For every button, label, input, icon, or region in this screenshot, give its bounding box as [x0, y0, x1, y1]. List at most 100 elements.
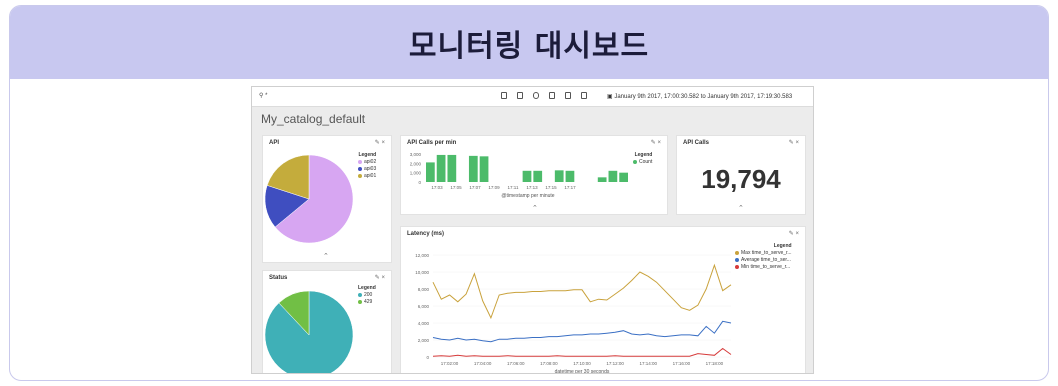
bar	[426, 162, 435, 182]
x-tick-label: 17:03	[431, 185, 443, 190]
panel-title: Latency (ms)	[407, 231, 445, 237]
close-icon[interactable]: ×	[657, 140, 661, 146]
x-tick-label: 17:06:00	[507, 361, 525, 366]
panel-controls: ✎ ×	[651, 139, 661, 146]
dashboard-title: My_catalog_default	[261, 112, 366, 126]
bar	[522, 170, 532, 182]
print-icon[interactable]	[581, 92, 587, 99]
y-tick-label: 3,000	[410, 152, 422, 157]
y-tick-label: 0	[418, 180, 421, 185]
bar	[565, 170, 575, 182]
x-tick-label: 17:02:00	[441, 361, 459, 366]
edit-icon[interactable]: ✎	[375, 140, 380, 146]
y-tick-label: 2,000	[410, 161, 422, 166]
api-pie-chart	[264, 154, 354, 244]
x-tick-label: 17:11	[508, 185, 519, 190]
latency-line-chart: 12,000 10,000 8,000 6,000 4,000 2,000 0 17:02:0…	[415, 253, 732, 374]
legend-item[interactable]: 200	[358, 292, 376, 299]
series-line	[432, 320, 732, 343]
edit-icon[interactable]: ✎	[651, 140, 656, 146]
panel-controls: ✎ ×	[375, 274, 385, 281]
legend-item[interactable]: api01	[358, 173, 376, 180]
x-tick-label: 17:14:00	[639, 361, 657, 366]
search-input[interactable]: ⚲ *	[259, 92, 267, 99]
x-tick-label: 17:12:00	[606, 361, 624, 366]
legend: Legend api02 api03 api01	[358, 152, 377, 180]
x-tick-label: 17:16:00	[673, 361, 691, 366]
collapse-caret-icon[interactable]: ⌃	[738, 204, 744, 212]
status-pie-chart	[264, 290, 354, 373]
x-axis-label: datetime per 30 seconds	[555, 369, 610, 374]
edit-icon[interactable]: ✎	[789, 231, 794, 237]
panel-controls: ✎ ×	[375, 139, 385, 146]
time-range-picker[interactable]: ▣ January 9th 2017, 17:00:30.582 to Janu…	[607, 93, 792, 100]
panel-api-calls-metric: API Calls ✎ × 19,794 ⌃	[676, 135, 806, 215]
panel-latency: Latency (ms) ✎ × 12,000 10,000 8,000 6,000 4…	[400, 226, 806, 374]
series-line	[432, 263, 732, 320]
x-axis-label: @timestamp per minute	[501, 193, 554, 199]
panel-title: API	[269, 140, 280, 146]
share-icon[interactable]	[549, 92, 555, 99]
new-icon[interactable]	[501, 92, 507, 99]
collapse-caret-icon[interactable]: ⌃	[532, 204, 538, 212]
bar	[608, 170, 618, 182]
x-tick-label: 17:13	[526, 185, 538, 190]
save-icon[interactable]	[517, 92, 523, 99]
panel-title: Status	[269, 275, 288, 281]
open-icon[interactable]	[533, 92, 539, 99]
close-icon[interactable]: ×	[381, 275, 385, 281]
legend-item[interactable]: 429	[358, 299, 376, 306]
x-tick-label: 17:17	[564, 185, 576, 190]
api-calls-bar-chart: 3,000 2,000 1,000 0 17:03 17:05 17:07 17:09 17:1…	[410, 152, 628, 199]
close-icon[interactable]: ×	[795, 140, 799, 146]
y-tick-label: 4,000	[418, 321, 430, 326]
legend: Legend Count	[633, 152, 653, 166]
y-tick-label: 8,000	[418, 287, 430, 292]
legend-item[interactable]: api02	[358, 159, 376, 166]
close-icon[interactable]: ×	[795, 231, 799, 237]
panel-status: Status ✎ × Legend 200 429	[262, 270, 392, 373]
edit-icon[interactable]: ✎	[789, 140, 794, 146]
panel-title: API Calls per min	[407, 140, 457, 146]
header-banner: 모니터링 대시보드	[10, 6, 1048, 79]
panel-controls: ✎ ×	[789, 139, 799, 146]
close-icon[interactable]: ×	[381, 140, 385, 146]
legend-item[interactable]: Min time_to_serve_r...	[735, 264, 792, 271]
y-tick-label: 0	[426, 355, 429, 360]
x-tick-label: 17:04:00	[474, 361, 492, 366]
y-tick-label: 12,000	[415, 253, 429, 258]
y-tick-label: 1,000	[410, 171, 422, 176]
bar	[447, 154, 457, 182]
metric-value: 19,794	[701, 164, 781, 194]
panel-api-calls-per-min: API Calls per min ✎ × 3,000 2,000 1,000 0 17…	[400, 135, 668, 215]
panel-controls: ✎ ×	[789, 230, 799, 237]
legend-item[interactable]: Count	[633, 159, 652, 166]
legend-item[interactable]: Max time_to_serve_r...	[735, 250, 792, 257]
y-tick-label: 2,000	[418, 338, 430, 343]
x-tick-label: 17:15	[545, 185, 557, 190]
calendar-icon: ▣	[607, 94, 613, 100]
y-tick-label: 6,000	[418, 304, 430, 309]
legend-item[interactable]: Average time_to_ser...	[735, 257, 792, 264]
bar	[597, 177, 607, 182]
x-tick-label: 17:08:00	[540, 361, 558, 366]
series-line	[432, 347, 732, 357]
main-frame: 모니터링 대시보드 ⚲ * ▣ January 9th 2017, 17:00:…	[9, 5, 1049, 381]
dashboard-screenshot: ⚲ * ▣ January 9th 2017, 17:00:30.582 to …	[251, 86, 814, 374]
bar	[619, 172, 628, 182]
page-title: 모니터링 대시보드	[408, 28, 650, 64]
legend: Legend Max time_to_serve_r... Average ti…	[735, 243, 792, 271]
edit-icon[interactable]: ✎	[375, 275, 380, 281]
collapse-caret-icon[interactable]: ⌃	[323, 252, 329, 260]
search-icon: ⚲	[259, 93, 264, 99]
bar	[468, 155, 478, 182]
legend-item[interactable]: api03	[358, 166, 376, 173]
panel-title: API Calls	[683, 140, 710, 146]
legend: Legend 200 429	[358, 285, 376, 306]
bar	[554, 170, 564, 182]
toolbar-icons	[501, 92, 587, 99]
bar	[436, 154, 446, 182]
bar	[533, 170, 543, 182]
reporting-icon[interactable]	[565, 92, 571, 99]
x-tick-label: 17:05	[450, 185, 462, 190]
